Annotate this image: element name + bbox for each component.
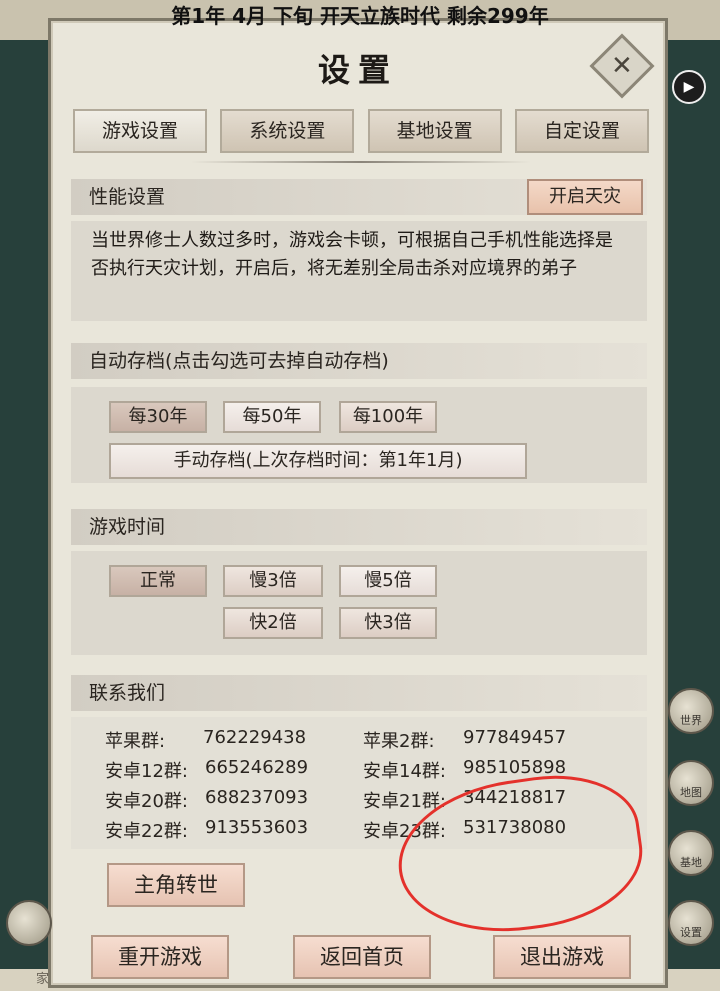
settings-tabs: 游戏设置 系统设置 基地设置 自定设置 — [73, 109, 649, 153]
contact-number: 688237093 — [205, 787, 309, 808]
contact-label: 安卓20群: — [105, 791, 188, 812]
game-time-section-header: 游戏时间 — [71, 509, 647, 545]
contact-number: 913553603 — [205, 817, 309, 838]
performance-header-label: 性能设置 — [89, 186, 166, 208]
contact-number: 344218817 — [463, 787, 567, 808]
restart-game-button[interactable]: 重开游戏 — [91, 935, 229, 979]
time-slow3-button[interactable]: 慢3倍 — [223, 565, 323, 597]
time-slow5-button[interactable]: 慢5倍 — [339, 565, 437, 597]
contact-number: 985105898 — [463, 757, 567, 778]
play-icon[interactable]: ▶ — [672, 70, 706, 104]
contact-label: 安卓12群: — [105, 761, 188, 782]
contact-label: 苹果群: — [105, 731, 166, 752]
contact-number: 531738080 — [463, 817, 567, 838]
contact-label: 苹果2群: — [363, 731, 435, 752]
side-button-settings[interactable]: 设置 — [668, 900, 714, 946]
autosave-100-button[interactable]: 每100年 — [339, 401, 437, 433]
autosave-section-body: 每30年 每50年 每100年 手动存档(上次存档时间：第1年1月) — [71, 387, 647, 483]
quit-game-button[interactable]: 退出游戏 — [493, 935, 631, 979]
contact-label: 安卓23群: — [363, 821, 446, 842]
tab-custom-settings[interactable]: 自定设置 — [514, 109, 649, 153]
contact-number: 977849457 — [463, 727, 567, 748]
tab-system-settings[interactable]: 系统设置 — [220, 109, 355, 153]
contact-label: 安卓14群: — [363, 761, 446, 782]
close-icon: ✕ — [611, 50, 633, 81]
side-button-left[interactable] — [6, 900, 52, 946]
time-fast3-button[interactable]: 快3倍 — [339, 607, 437, 639]
contact-label: 安卓21群: — [363, 791, 446, 812]
game-left-strip — [0, 40, 52, 991]
side-button-map[interactable]: 地图 — [668, 760, 714, 806]
side-button-base[interactable]: 基地 — [668, 830, 714, 876]
manual-save-button[interactable]: 手动存档(上次存档时间：第1年1月) — [109, 443, 527, 479]
time-normal-button[interactable]: 正常 — [109, 565, 207, 597]
contact-label: 安卓22群: — [105, 821, 188, 842]
game-date-status: 第1年 4月 下旬 开天立族时代 剩余299年 — [171, 4, 549, 28]
performance-section-header: 性能设置 开启天灾 — [71, 179, 647, 215]
tab-base-settings[interactable]: 基地设置 — [367, 109, 502, 153]
contact-list: 苹果群: 762229438 苹果2群: 977849457 安卓12群: 66… — [71, 717, 647, 849]
tab-divider — [191, 161, 531, 163]
autosave-30-button[interactable]: 每30年 — [109, 401, 207, 433]
time-fast2-button[interactable]: 快2倍 — [223, 607, 323, 639]
contact-section-header: 联系我们 — [71, 675, 647, 711]
settings-panel: 设置 ✕ 游戏设置 系统设置 基地设置 自定设置 性能设置 开启天灾 当世界修士… — [48, 18, 668, 988]
tab-game-settings[interactable]: 游戏设置 — [73, 109, 207, 153]
autosave-50-button[interactable]: 每50年 — [223, 401, 321, 433]
performance-section-body: 当世界修士人数过多时，游戏会卡顿，可根据自己手机性能选择是否执行天灾计划，开启后… — [71, 221, 647, 321]
side-button-world[interactable]: 世界 — [668, 688, 714, 734]
contact-number: 762229438 — [203, 727, 307, 748]
reincarnate-button[interactable]: 主角转世 — [107, 863, 245, 907]
enable-disaster-button[interactable]: 开启天灾 — [527, 179, 643, 215]
game-time-section-body: 正常 慢3倍 慢5倍 快2倍 快3倍 — [71, 551, 647, 655]
contact-number: 665246289 — [205, 757, 309, 778]
panel-title: 设置 — [317, 51, 398, 89]
autosave-section-header: 自动存档(点击勾选可去掉自动存档) — [71, 343, 647, 379]
return-home-button[interactable]: 返回首页 — [293, 935, 431, 979]
performance-description: 当世界修士人数过多时，游戏会卡顿，可根据自己手机性能选择是否执行天灾计划，开启后… — [91, 230, 613, 279]
